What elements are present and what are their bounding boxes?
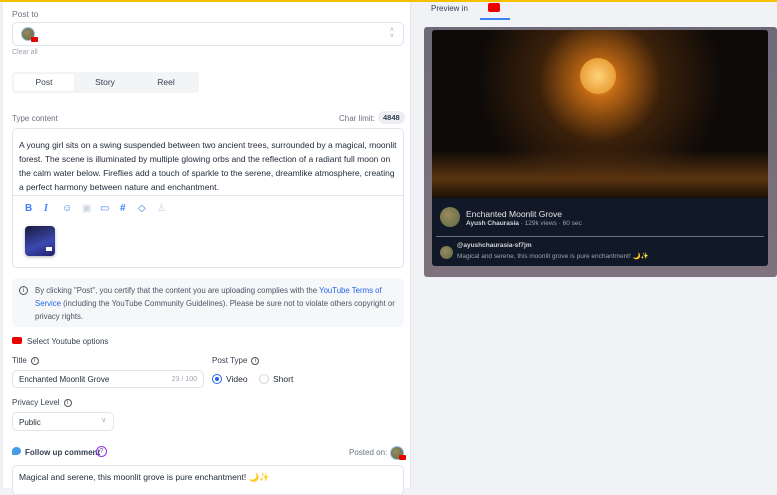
terms-text-2: (including the YouTube Community Guideli…	[35, 299, 395, 321]
info-icon: i	[63, 398, 72, 407]
video-icon[interactable]: ▭	[100, 203, 109, 214]
followup-input[interactable]: Magical and serene, this moonlit grove i…	[12, 465, 404, 495]
tag-icon[interactable]: ◇	[138, 203, 146, 214]
tab-post[interactable]: Post	[14, 74, 74, 91]
active-tab-indicator	[480, 18, 510, 20]
posted-on-label: Posted on:	[349, 448, 388, 457]
help-icon[interactable]: ?	[96, 446, 107, 457]
terms-text-1: By clicking "Post", you certify that the…	[35, 286, 320, 295]
water-reflection	[432, 150, 768, 198]
title-label-row: Title i	[12, 356, 39, 365]
post-type-label-row: Post Type i	[212, 356, 260, 365]
char-limit-label: Char limit:	[339, 114, 376, 123]
youtube-options-label: Select Youtube options	[27, 337, 109, 346]
tab-reel[interactable]: Reel	[136, 74, 196, 91]
info-icon: i	[251, 356, 260, 365]
content-label: Type content	[12, 114, 58, 123]
video-thumbnail[interactable]	[432, 30, 768, 198]
terms-notice: i By clicking "Post", you certify that t…	[12, 278, 404, 327]
clear-all-link[interactable]: Clear all	[12, 49, 38, 56]
bold-icon[interactable]: B	[25, 203, 32, 214]
media-thumbnail[interactable]	[25, 226, 55, 256]
video-title: Enchanted Moonlit Grove	[466, 209, 562, 219]
privacy-value: Public	[19, 418, 41, 427]
info-icon: i	[30, 356, 39, 365]
info-icon: i	[19, 286, 28, 295]
channel-name: Ayush Chaurasia	[466, 220, 519, 227]
followup-text: Magical and serene, this moonlit grove i…	[19, 472, 270, 482]
tab-story[interactable]: Story	[75, 74, 135, 91]
view-count: 129k views	[524, 220, 557, 227]
youtube-badge-icon	[31, 37, 38, 42]
divider	[436, 236, 764, 237]
moon-glow	[580, 58, 616, 94]
chevron-down-icon: ˅	[101, 416, 106, 425]
title-input[interactable]: Enchanted Moonlit Grove 23 / 100	[12, 370, 204, 388]
terms-text: By clicking "Post", you certify that the…	[35, 284, 395, 323]
mention-icon[interactable]: ♙	[157, 203, 166, 214]
video-radio-label[interactable]: Video	[226, 374, 248, 384]
privacy-select[interactable]: Public ˅	[12, 412, 114, 431]
char-limit-badge: 4848	[378, 111, 405, 124]
privacy-label: Privacy Level	[12, 398, 60, 407]
chevron-updown-icon: ˄ ˅	[389, 27, 394, 40]
youtube-icon	[12, 337, 22, 344]
privacy-label-row: Privacy Level i	[12, 398, 72, 407]
video-radio[interactable]	[212, 374, 222, 384]
post-type-tabs: Post Story Reel	[12, 72, 199, 93]
preview-tab-label: Preview in	[431, 4, 468, 13]
content-editor[interactable]: A young girl sits on a swing suspended b…	[12, 128, 404, 268]
comment-text: Magical and serene, this moonlit grove i…	[457, 253, 649, 260]
followup-label: Follow up comment	[25, 448, 101, 457]
channel-avatar	[440, 207, 460, 227]
account-select[interactable]: ˄ ˅	[12, 22, 404, 46]
video-badge-icon	[46, 247, 52, 251]
italic-icon[interactable]: I	[44, 203, 48, 214]
content-text[interactable]: A young girl sits on a swing suspended b…	[19, 138, 397, 194]
short-radio-label[interactable]: Short	[273, 374, 293, 384]
short-radio[interactable]	[259, 374, 269, 384]
youtube-preview-tab-icon[interactable]	[488, 3, 500, 12]
image-icon[interactable]: ▣	[82, 203, 91, 214]
hashtag-icon[interactable]: #	[120, 203, 126, 214]
comment-icon	[12, 447, 21, 455]
duration: 60 sec	[562, 220, 582, 227]
comment-username: @ayushchaurasia-sf7jm	[457, 242, 532, 249]
post-type-label: Post Type	[212, 356, 248, 365]
youtube-badge-icon	[399, 455, 406, 460]
youtube-preview-card: Enchanted Moonlit Grove Ayush Chaurasia …	[432, 30, 768, 266]
post-to-label: Post to	[12, 9, 39, 19]
title-label: Title	[12, 356, 27, 365]
video-meta: Ayush Chaurasia · 129k views · 60 sec	[466, 220, 582, 227]
divider	[13, 195, 403, 196]
commenter-avatar	[440, 246, 453, 259]
emoji-icon[interactable]: ☺	[62, 203, 72, 214]
title-char-count: 23 / 100	[171, 376, 197, 383]
title-value: Enchanted Moonlit Grove	[19, 375, 110, 384]
